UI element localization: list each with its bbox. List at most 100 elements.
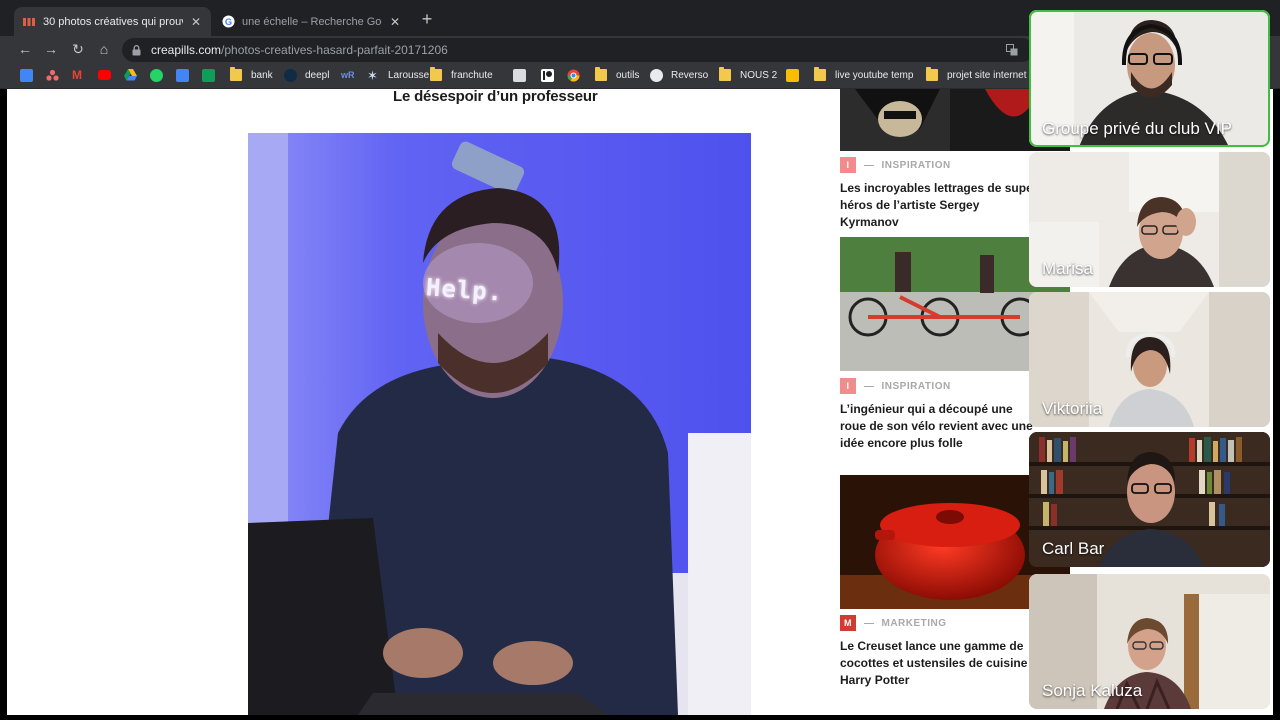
chrome-icon (567, 69, 580, 82)
creapills-favicon-icon (22, 15, 36, 29)
patreon-icon (541, 68, 554, 82)
article-title: Le désespoir d’un professeur (393, 89, 598, 105)
bookmark-outils[interactable]: outils (595, 67, 639, 83)
bookmark-keep[interactable] (786, 67, 807, 83)
folder-icon (230, 67, 242, 81)
bookmark-asana[interactable] (46, 67, 67, 83)
bookmark-calendar[interactable] (20, 67, 41, 83)
participant-name: Marisa (1042, 259, 1094, 278)
card-title[interactable]: L’ingénieur qui a découpé une roue de so… (840, 401, 1040, 452)
keep-icon (786, 68, 799, 82)
bookmark-nous2[interactable]: NOUS 2 (719, 67, 777, 83)
bookmark-label: outils (616, 69, 640, 81)
wordreference-icon: wR (341, 69, 355, 80)
home-icon[interactable]: ⌂ (95, 40, 113, 58)
bookmark-youtube[interactable] (98, 67, 119, 83)
sheets-icon (202, 68, 215, 82)
folder-icon (595, 67, 607, 81)
bookmark-label: projet site internet (947, 69, 1027, 81)
projected-help-text: Help. (425, 273, 505, 307)
window-edge (0, 89, 7, 720)
bookmark-page[interactable] (513, 67, 534, 83)
marketing-badge-icon: M (840, 615, 856, 631)
card-category[interactable]: I — INSPIRATION (840, 157, 951, 173)
bookmark-gmail[interactable]: M (72, 67, 93, 83)
lock-icon (132, 44, 142, 56)
reload-icon[interactable]: ↻ (69, 40, 87, 58)
drive-icon (124, 68, 137, 82)
forward-arrow-icon[interactable]: → (42, 40, 60, 58)
category-dash: — (864, 380, 875, 392)
bookmark-label: franchute (451, 69, 493, 81)
card-title[interactable]: Les incroyables lettrages de super héros… (840, 180, 1040, 231)
deepl-icon (284, 68, 297, 82)
bookmark-projet-site-internet[interactable]: projet site internet (926, 67, 1027, 83)
participant-tile-marisa[interactable]: Marisa (1029, 152, 1270, 287)
page-icon (513, 68, 526, 82)
article-photo[interactable]: Help. (248, 133, 751, 715)
bookmark-live-youtube-temp[interactable]: live youtube temp (814, 67, 913, 83)
card-category[interactable]: M — MARKETING (840, 615, 947, 631)
bookmark-label: Larousse (388, 69, 430, 81)
bookmark-label: deepl (305, 69, 330, 81)
bookmark-sheets[interactable] (202, 67, 223, 83)
tab-title: une échelle – Recherche Google (242, 15, 382, 28)
category-label: MARKETING (881, 617, 947, 629)
folder-icon (814, 67, 826, 81)
bookmark-drive[interactable] (124, 67, 145, 83)
bookmark-patreon[interactable] (541, 67, 562, 83)
window-edge (0, 715, 1280, 720)
bookmark-franchute[interactable]: franchute (430, 67, 493, 83)
tab-title: 30 photos créatives qui prouvent (43, 15, 183, 28)
docs-icon (176, 68, 189, 82)
inspiration-badge-icon: I (840, 378, 856, 394)
bookmark-whatsapp[interactable] (150, 67, 171, 83)
category-label: INSPIRATION (881, 380, 951, 392)
bookmark-label: live youtube temp (835, 69, 914, 81)
participant-name: Carl Bar (1042, 539, 1105, 558)
bookmark-deepl[interactable]: deepl (284, 67, 329, 83)
bookmark-docs[interactable] (176, 67, 197, 83)
window-edge (1273, 89, 1280, 720)
participant-tile-sonja-kaluza[interactable]: Sonja Kaluza (1029, 574, 1270, 709)
participant-name: Groupe privé du club VIP (1042, 119, 1232, 138)
youtube-icon (98, 70, 111, 80)
close-tab-icon[interactable]: ✕ (388, 15, 402, 29)
participant-tile-viktoriia[interactable]: Viktoriia (1029, 292, 1270, 427)
calendar-icon (20, 68, 33, 82)
bookmark-larousse[interactable]: ✶ Larousse (367, 67, 429, 83)
card-title[interactable]: Le Creuset lance une gamme de cocottes e… (840, 638, 1040, 689)
participant-tile-groupe-prive[interactable]: Groupe privé du club VIP (1029, 10, 1270, 147)
bookmark-reverso[interactable]: Reverso (650, 67, 708, 83)
category-label: INSPIRATION (881, 159, 951, 171)
participant-name: Viktoriia (1042, 399, 1103, 418)
bookmark-chrome[interactable] (567, 67, 588, 83)
close-tab-icon[interactable]: ✕ (189, 15, 203, 29)
larousse-icon: ✶ (367, 67, 378, 83)
translate-icon[interactable] (1006, 44, 1018, 59)
card-category[interactable]: I — INSPIRATION (840, 378, 951, 394)
category-dash: — (864, 159, 875, 171)
category-dash: — (864, 617, 875, 629)
bookmark-wordreference[interactable]: wR (341, 67, 362, 83)
new-tab-icon[interactable]: + (417, 10, 437, 30)
gmail-icon: M (72, 67, 82, 82)
address-bar[interactable]: creapills.com/photos-creatives-hasard-pa… (122, 38, 1034, 62)
url-path: /photos-creatives-hasard-parfait-2017120… (221, 43, 448, 57)
folder-icon (719, 67, 731, 81)
folder-icon (430, 67, 442, 81)
back-arrow-icon[interactable]: ← (16, 40, 34, 58)
tab-creapills[interactable]: 30 photos créatives qui prouvent ✕ (14, 7, 211, 36)
tab-google[interactable]: G une échelle – Recherche Google ✕ (213, 7, 410, 36)
screen: 30 photos créatives qui prouvent ✕ G une… (0, 0, 1280, 720)
inspiration-badge-icon: I (840, 157, 856, 173)
url-host: creapills.com (151, 43, 222, 57)
bookmark-bank[interactable]: bank (230, 67, 273, 83)
bookmark-label: NOUS 2 (740, 69, 778, 81)
whatsapp-icon (150, 68, 163, 82)
bookmark-label: bank (251, 69, 273, 81)
svg-text:G: G (224, 17, 231, 27)
participant-name: Sonja Kaluza (1042, 681, 1143, 700)
reverso-icon (650, 68, 663, 82)
participant-tile-carl-bar[interactable]: Carl Bar (1029, 432, 1270, 567)
